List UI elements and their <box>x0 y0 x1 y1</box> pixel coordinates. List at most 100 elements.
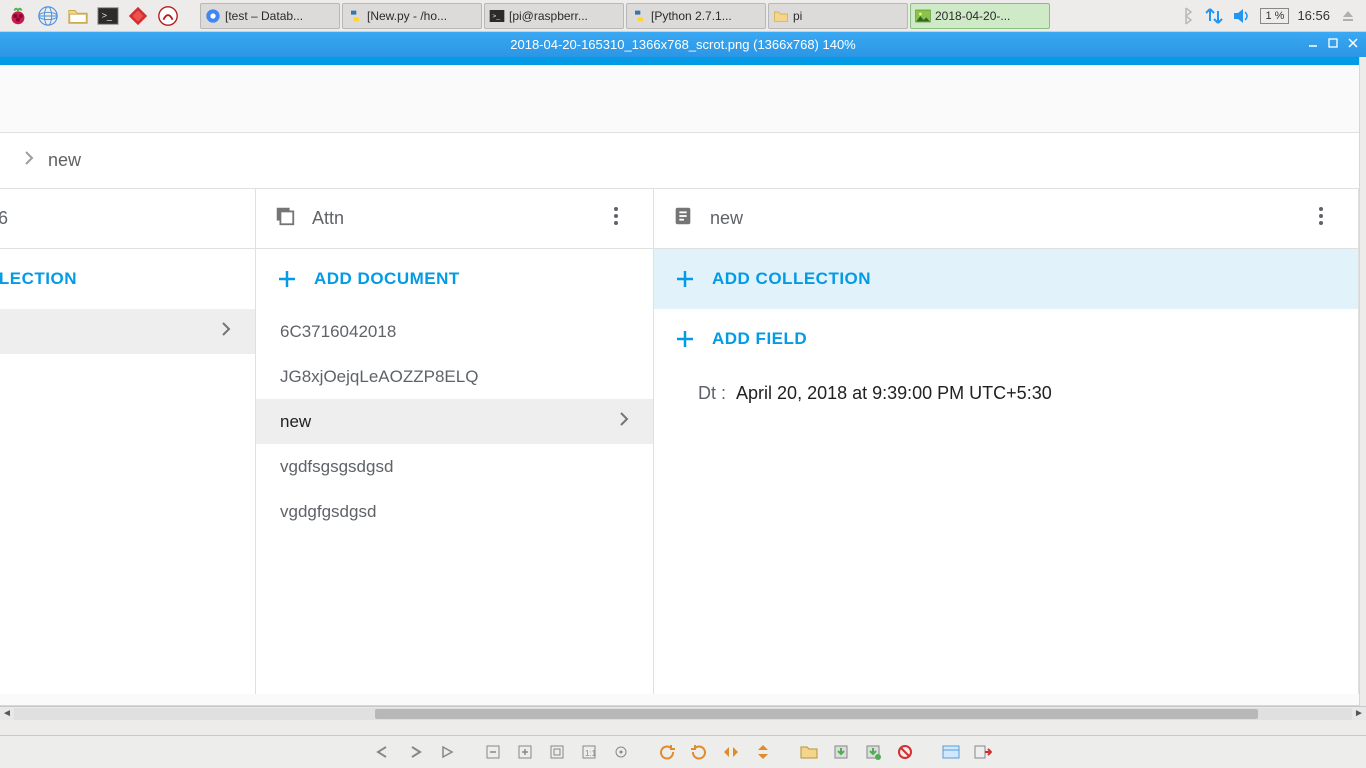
window-minimize-button[interactable] <box>1306 36 1320 50</box>
task-label: 2018-04-20-... <box>935 9 1010 23</box>
detail-column: new ADD COLLECTION ADD FIELD Dt : April … <box>654 189 1359 694</box>
inner-page: new 46 LLECTION <box>0 57 1360 706</box>
terminal-icon[interactable]: >_ <box>94 2 122 30</box>
terminal-small-icon: >_ <box>489 8 505 24</box>
window-close-button[interactable] <box>1346 36 1360 50</box>
collection-id-fragment: 46 <box>0 208 8 229</box>
window-title: 2018-04-20-165310_1366x768_scrot.png (13… <box>510 37 856 52</box>
web-browser-icon[interactable] <box>34 2 62 30</box>
document-column-title: Attn <box>312 208 344 229</box>
plus-icon <box>274 266 300 292</box>
window-maximize-button[interactable] <box>1326 36 1340 50</box>
image-icon <box>915 8 931 24</box>
viewer-horizontal-scrollbar[interactable]: ◄ ► <box>0 706 1366 720</box>
file-manager-icon[interactable] <box>64 2 92 30</box>
add-collection-label-fragment: LLECTION <box>0 269 77 289</box>
column-menu-button[interactable] <box>1318 206 1340 231</box>
plus-icon <box>672 266 698 292</box>
svg-text:1:1: 1:1 <box>585 749 597 758</box>
task-chrome[interactable]: [test – Datab... <box>200 3 340 29</box>
bluetooth-icon[interactable] <box>1176 6 1196 26</box>
document-row[interactable]: JG8xjOejqLeAOZZP8ELQ <box>256 354 653 399</box>
scroll-right-icon[interactable]: ► <box>1352 708 1366 719</box>
document-row[interactable]: new <box>256 399 653 444</box>
document-id: vgdfsgsgsdgsd <box>280 457 393 477</box>
field-row[interactable]: Dt : April 20, 2018 at 9:39:00 PM UTC+5:… <box>654 369 1358 404</box>
save-file-button[interactable] <box>828 739 854 765</box>
document-id: vgdgfgsdgsd <box>280 502 376 522</box>
preferences-button[interactable] <box>608 739 634 765</box>
field-value: April 20, 2018 at 9:39:00 PM UTC+5:30 <box>736 383 1052 403</box>
scrollbar-thumb[interactable] <box>375 709 1258 719</box>
network-icon[interactable] <box>1204 6 1224 26</box>
document-column-header: Attn <box>256 189 653 249</box>
document-row[interactable]: vgdfsgsgsdgsd <box>256 444 653 489</box>
viewer-body: new 46 LLECTION <box>0 57 1366 720</box>
field-key: Dt : <box>698 383 726 403</box>
folder-small-icon <box>773 8 789 24</box>
delete-button[interactable] <box>892 739 918 765</box>
save-as-button[interactable] <box>860 739 886 765</box>
task-label: [New.py - /ho... <box>367 9 447 23</box>
scrollbar-track[interactable] <box>14 708 1352 720</box>
breadcrumb-current[interactable]: new <box>48 150 81 171</box>
task-file-manager[interactable]: pi <box>768 3 908 29</box>
exit-button[interactable] <box>970 739 996 765</box>
scroll-left-icon[interactable]: ◄ <box>0 708 14 719</box>
open-file-button[interactable] <box>796 739 822 765</box>
viewer-toolbar: 1:1 <box>0 735 1366 768</box>
collection-header: 46 <box>0 189 255 249</box>
detail-column-header: new <box>654 189 1358 249</box>
document-row[interactable]: vgdgfgsdgsd <box>256 489 653 534</box>
mathematica-icon[interactable] <box>124 2 152 30</box>
chrome-icon <box>205 8 221 24</box>
top-accent-bar <box>0 57 1359 65</box>
task-terminal[interactable]: >_ [pi@raspberr... <box>484 3 624 29</box>
edit-button[interactable] <box>938 739 964 765</box>
rotate-left-button[interactable] <box>654 739 680 765</box>
add-collection-button[interactable]: LLECTION <box>0 249 255 309</box>
chevron-right-icon <box>619 411 629 432</box>
svg-text:>_: >_ <box>102 10 113 20</box>
clock: 16:56 <box>1297 8 1330 23</box>
rotate-right-button[interactable] <box>686 739 712 765</box>
chevron-right-icon <box>221 321 231 342</box>
window-titlebar: 2018-04-20-165310_1366x768_scrot.png (13… <box>0 32 1366 57</box>
volume-icon[interactable] <box>1232 6 1252 26</box>
add-document-button[interactable]: ADD DOCUMENT <box>256 249 653 309</box>
task-label: [Python 2.7.1... <box>651 9 732 23</box>
taskbar: >_ [test – Datab... [New.py - /ho... >_ … <box>0 0 1366 32</box>
zoom-original-button[interactable]: 1:1 <box>576 739 602 765</box>
menu-raspberry-icon[interactable] <box>4 2 32 30</box>
column-menu-button[interactable] <box>613 206 635 231</box>
task-image-viewer[interactable]: 2018-04-20-... <box>910 3 1050 29</box>
battery-indicator[interactable]: 1 % <box>1260 8 1289 24</box>
task-python-editor[interactable]: [New.py - /ho... <box>342 3 482 29</box>
prev-image-button[interactable] <box>370 739 396 765</box>
collection-stack-icon <box>274 205 312 232</box>
next-image-button[interactable] <box>402 739 428 765</box>
add-field-button[interactable]: ADD FIELD <box>654 309 1358 369</box>
header-space <box>0 65 1359 133</box>
chevron-right-icon <box>24 150 34 171</box>
document-id: JG8xjOejqLeAOZZP8ELQ <box>280 367 478 387</box>
document-row[interactable]: 6C3716042018 <box>256 309 653 354</box>
add-subcollection-label: ADD COLLECTION <box>712 269 871 289</box>
add-field-label: ADD FIELD <box>712 329 807 349</box>
python-icon <box>631 8 647 24</box>
app-icon[interactable] <box>154 2 182 30</box>
task-python-shell[interactable]: [Python 2.7.1... <box>626 3 766 29</box>
add-subcollection-button[interactable]: ADD COLLECTION <box>654 249 1358 309</box>
zoom-out-button[interactable] <box>480 739 506 765</box>
task-label: [test – Datab... <box>225 9 303 23</box>
flip-horizontal-button[interactable] <box>718 739 744 765</box>
svg-text:>_: >_ <box>492 13 500 20</box>
collection-row-selected[interactable] <box>0 309 255 354</box>
document-column: Attn ADD DOCUMENT 6C3716042018 JG8xjOejqL… <box>256 189 654 694</box>
eject-icon[interactable] <box>1338 6 1358 26</box>
zoom-fit-button[interactable] <box>544 739 570 765</box>
collection-column: 46 LLECTION <box>0 189 256 694</box>
play-slideshow-button[interactable] <box>434 739 460 765</box>
flip-vertical-button[interactable] <box>750 739 776 765</box>
zoom-in-button[interactable] <box>512 739 538 765</box>
